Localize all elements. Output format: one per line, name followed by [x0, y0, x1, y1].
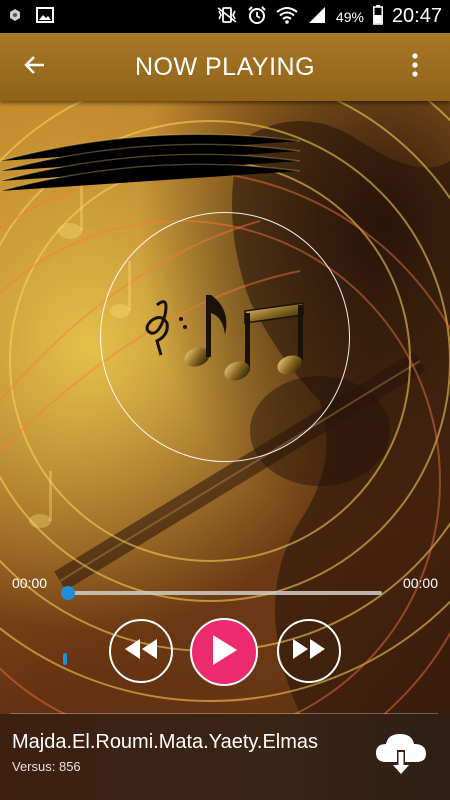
- album-art: [100, 212, 350, 462]
- music-notes-icon: [135, 275, 315, 400]
- track-title: Majda.El.Roumi.Mata.Yaety.Elmas: [12, 731, 319, 753]
- cloud-download-icon: [374, 732, 428, 783]
- overflow-menu-button[interactable]: [380, 33, 450, 101]
- status-bar: 49% 20:47: [0, 0, 450, 33]
- rewind-button[interactable]: [109, 619, 173, 683]
- back-button[interactable]: [0, 33, 70, 101]
- play-icon: [209, 633, 239, 672]
- fast-forward-button[interactable]: [277, 619, 341, 683]
- alarm-icon: [247, 5, 267, 28]
- seek-bar[interactable]: [61, 586, 382, 600]
- vibrate-icon: [216, 6, 238, 27]
- seek-thumb[interactable]: [61, 586, 75, 600]
- image-notification-icon: [36, 7, 54, 26]
- arrow-left-icon: [23, 53, 47, 82]
- elapsed-time: 00:00: [12, 575, 48, 591]
- track-info-panel: Majda.El.Roumi.Mata.Yaety.Elmas Versus: …: [0, 714, 450, 800]
- total-duration: 00:00: [402, 575, 438, 591]
- page-title: NOW PLAYING: [134, 52, 316, 81]
- app-notification-icon: [8, 8, 22, 25]
- track-subtitle: Versus: 856: [12, 759, 81, 774]
- play-button[interactable]: [190, 618, 258, 686]
- rewind-icon: [123, 637, 159, 666]
- signal-icon: [307, 6, 327, 27]
- status-time: 20:47: [391, 5, 442, 27]
- fast-forward-icon: [291, 637, 327, 666]
- wifi-icon: [276, 6, 298, 27]
- battery-icon: [372, 5, 383, 28]
- more-vert-icon: [411, 52, 419, 82]
- battery-percent: 49%: [335, 8, 364, 25]
- download-button[interactable]: [372, 728, 430, 786]
- buffer-indicator: [63, 653, 67, 665]
- app-bar: NOW PLAYING: [0, 33, 450, 101]
